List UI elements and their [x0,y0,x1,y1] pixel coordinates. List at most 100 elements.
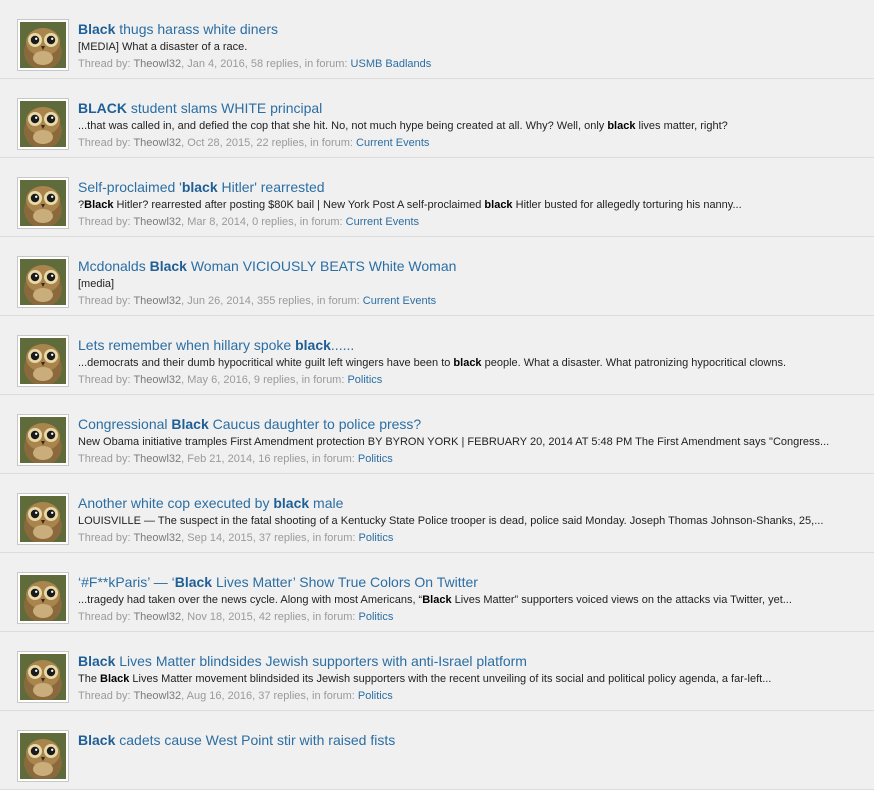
thread-title-link[interactable]: Black cadets cause West Point stir with … [78,731,864,749]
thread-details: , Jan 4, 2016, 58 replies, in forum: [181,58,348,70]
user-avatar[interactable] [17,572,69,624]
highlighted-term: Black [149,258,187,274]
highlighted-term: black [295,337,331,353]
text-run: Lives Matter’ Show True Colors On Twitte… [212,574,478,590]
user-avatar[interactable] [17,335,69,387]
forum-link[interactable]: Current Events [356,137,429,149]
thread-details: , Mar 8, 2014, 0 replies, in forum: [181,216,343,228]
text-run: Lives Matter blindsides Jewish supporter… [115,653,527,669]
thread-title-link[interactable]: ‘#F**kParis’ — ‘Black Lives Matter’ Show… [78,573,864,591]
text-run: Hitler' rearrested [217,179,325,195]
user-avatar[interactable] [17,256,69,308]
text-run: ...democrats and their dumb hypocritical… [78,357,454,369]
result-content: ‘#F**kParis’ — ‘ Black Lives Matter’ Show… [78,573,864,625]
thread-snippet: LOUISVILLE — The suspect in the fatal sh… [78,514,864,529]
thread-by-label: Thread by: [78,137,131,149]
thread-details: , Jun 26, 2014, 355 replies, in forum: [181,295,360,307]
forum-link[interactable]: Current Events [363,295,436,307]
thread-meta: Thread by: Theowl32, Mar 8, 2014, 0 repl… [78,215,864,230]
text-run: male [309,495,344,511]
thread-meta: Thread by: Theowl32, Sep 14, 2015, 37 re… [78,531,864,546]
result-content: Black thugs harass white diners [MEDIA] … [78,20,864,72]
forum-link[interactable]: USMB Badlands [351,58,432,70]
user-avatar[interactable] [17,493,69,545]
user-avatar[interactable] [17,177,69,229]
author-link[interactable]: Theowl32 [133,137,181,149]
author-link[interactable]: Theowl32 [133,611,181,623]
author-link[interactable]: Theowl32 [133,453,181,465]
result-content: Another white cop executed by black male… [78,494,864,546]
text-run: Caucus daughter to police press? [208,416,422,432]
thread-title-link[interactable]: Black Lives Matter blindsides Jewish sup… [78,652,864,670]
forum-link[interactable]: Current Events [346,216,419,228]
text-run: ...that was called in, and defied the co… [78,120,608,132]
thread-meta: Thread by: Theowl32, Aug 16, 2016, 37 re… [78,689,864,704]
text-run: ‘#F**kParis’ — ‘ [78,574,175,590]
user-avatar[interactable] [17,651,69,703]
thread-meta: Thread by: Theowl32, Oct 28, 2015, 22 re… [78,136,864,151]
owl-avatar-icon [20,417,66,463]
search-result-item: Black cadets cause West Point stir with … [0,711,874,790]
user-avatar[interactable] [17,414,69,466]
highlighted-term: Black [78,653,116,669]
text-run: Lives Matter movement blindsided its Jew… [129,673,772,685]
thread-meta: Thread by: Theowl32, May 6, 2016, 9 repl… [78,373,864,388]
author-link[interactable]: Theowl32 [133,690,181,702]
text-run: Congressional [78,416,172,432]
forum-link[interactable]: Politics [347,374,382,386]
thread-details: , May 6, 2016, 9 replies, in forum: [181,374,345,386]
thread-meta: Thread by: Theowl32, Jun 26, 2014, 355 r… [78,294,864,309]
highlighted-term: Black [84,199,114,211]
highlighted-term: black [607,120,636,132]
thread-title-link[interactable]: Another white cop executed by black male [78,494,864,512]
text-run: lives matter, right? [635,120,728,132]
owl-avatar-icon [20,496,66,542]
thread-by-label: Thread by: [78,58,131,70]
search-result-item: Black thugs harass white diners [MEDIA] … [0,0,874,79]
text-run: Mcdonalds [78,258,150,274]
forum-link[interactable]: Politics [359,532,394,544]
result-content: Congressional Black Caucus daughter to p… [78,415,864,467]
owl-avatar-icon [20,338,66,384]
author-link[interactable]: Theowl32 [133,58,181,70]
owl-avatar-icon [20,101,66,147]
text-run: [MEDIA] What a disaster of a race. [78,41,248,53]
user-avatar[interactable] [17,98,69,150]
author-link[interactable]: Theowl32 [133,532,181,544]
text-run: Woman VICIOUSLY BEATS White Woman [186,258,457,274]
highlighted-term: Black [100,673,130,685]
thread-details: , Sep 14, 2015, 37 replies, in forum: [181,532,356,544]
highlighted-term: Black [171,416,209,432]
thread-title-link[interactable]: Black thugs harass white diners [78,20,864,38]
thread-snippet: [media] [78,277,864,292]
search-result-item: Mcdonalds Black Woman VICIOUSLY BEATS Wh… [0,237,874,316]
forum-link[interactable]: Politics [358,690,393,702]
thread-title-link[interactable]: Self-proclaimed 'black Hitler' rearreste… [78,178,864,196]
thread-meta: Thread by: Theowl32, Jan 4, 2016, 58 rep… [78,57,864,72]
user-avatar[interactable] [17,19,69,71]
owl-avatar-icon [20,575,66,621]
author-link[interactable]: Theowl32 [133,295,181,307]
thread-meta: Thread by: Theowl32, Feb 21, 2014, 16 re… [78,452,864,467]
thread-by-label: Thread by: [78,216,131,228]
owl-avatar-icon [20,654,66,700]
text-run: [media] [78,278,115,290]
thread-meta: Thread by: Theowl32, Nov 18, 2015, 42 re… [78,610,864,625]
forum-link[interactable]: Politics [358,611,393,623]
highlighted-term: black [273,495,310,511]
thread-title-link[interactable]: Lets remember when hillary spoke black..… [78,336,864,354]
author-link[interactable]: Theowl32 [133,216,181,228]
forum-link[interactable]: Politics [358,453,393,465]
highlighted-term: black [453,357,482,369]
thread-title-link[interactable]: BLACK student slams WHITE principal [78,99,864,117]
user-avatar[interactable] [17,730,69,782]
thread-title-link[interactable]: Congressional Black Caucus daughter to p… [78,415,864,433]
thread-by-label: Thread by: [78,374,131,386]
text-run: ...tragedy had taken over the news cycle… [78,594,423,606]
result-content: Mcdonalds Black Woman VICIOUSLY BEATS Wh… [78,257,864,309]
thread-title-link[interactable]: Mcdonalds Black Woman VICIOUSLY BEATS Wh… [78,257,864,275]
highlighted-term: Black [422,594,452,606]
thread-snippet: ?Black Hitler? rearrested after posting … [78,198,864,213]
author-link[interactable]: Theowl32 [133,374,181,386]
text-run: Hitler busted for allegedly torturing hi… [512,199,742,211]
